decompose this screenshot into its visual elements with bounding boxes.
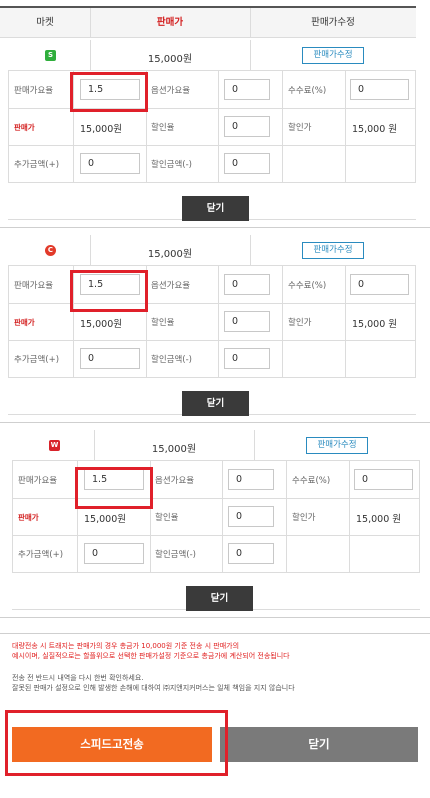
label-discount-price: 할인가 <box>288 123 312 133</box>
fee-input[interactable]: 0 <box>350 79 409 100</box>
notice-gray-1: 전송 전 반드시 내역을 다시 한번 확인하세요. <box>12 674 144 682</box>
section-close-button[interactable]: 닫기 <box>182 391 249 416</box>
label-sale-price: 판매가 <box>14 123 35 132</box>
option-rate-input[interactable]: 0 <box>224 274 270 295</box>
edit-price-button[interactable]: 판매가수정 <box>302 47 364 64</box>
label-discount-amount: 할인금액(-) <box>155 550 196 560</box>
label-option-rate: 옵션가요율 <box>151 86 191 96</box>
discount-amount-input[interactable]: 0 <box>224 348 270 369</box>
sale-price-value: 15,000원 <box>80 124 122 135</box>
notice-red-2: 예시이며, 실질적으로는 할플위으로 선택한 판매가설정 기준으로 총금가에 계… <box>12 652 290 660</box>
discount-amount-input[interactable]: 0 <box>224 153 270 174</box>
label-fee: 수수료(%) <box>292 476 331 486</box>
market-badge-icon: W <box>49 440 60 451</box>
label-price-rate: 판매가요율 <box>18 476 58 486</box>
label-discount-rate: 할인율 <box>155 513 179 523</box>
highlight-send-box <box>5 710 228 776</box>
label-discount-price: 할인가 <box>292 513 316 523</box>
table-header: 마켓 판매가 판매가수정 <box>0 6 416 38</box>
header-price: 판매가 <box>156 17 184 28</box>
discount-rate-input[interactable]: 0 <box>228 506 274 527</box>
fee-input[interactable]: 0 <box>354 469 413 490</box>
discount-price-value: 15,000 원 <box>352 124 398 135</box>
edit-price-button[interactable]: 판매가수정 <box>306 437 368 454</box>
label-fee: 수수료(%) <box>288 281 327 291</box>
label-discount-amount: 할인금액(-) <box>151 355 192 365</box>
highlight-price-rate-box <box>75 467 153 509</box>
fee-input[interactable]: 0 <box>350 274 409 295</box>
label-extra-amount: 추가금액(+) <box>18 550 64 560</box>
label-option-rate: 옵션가요율 <box>151 281 191 291</box>
header-edit: 판매가수정 <box>311 17 355 28</box>
discount-amount-input[interactable]: 0 <box>228 543 274 564</box>
label-sale-price: 판매가 <box>18 513 39 522</box>
label-price-rate: 판매가요율 <box>14 86 54 96</box>
label-option-rate: 옵션가요율 <box>155 476 195 486</box>
label-fee: 수수료(%) <box>288 86 327 96</box>
highlight-price-rate-box <box>70 270 148 312</box>
extra-amount-input[interactable]: 0 <box>84 543 144 564</box>
extra-amount-input[interactable]: 0 <box>80 153 140 174</box>
edit-price-button[interactable]: 판매가수정 <box>302 242 364 259</box>
label-price-rate: 판매가요율 <box>14 281 54 291</box>
sale-price-value: 15,000원 <box>80 319 122 330</box>
notice-gray-2: 잘못된 판매가 설정으로 인해 발생한 손해에 대하여 ㈜지앤지커머스는 일체 … <box>12 684 295 692</box>
discount-price-value: 15,000 원 <box>356 514 402 525</box>
header-market: 마켓 <box>36 17 54 28</box>
label-discount-amount: 할인금액(-) <box>151 160 192 170</box>
section-close-button[interactable]: 닫기 <box>182 196 249 221</box>
discount-price-value: 15,000 원 <box>352 319 398 330</box>
label-discount-rate: 할인율 <box>151 318 175 328</box>
market-price: 15,000원 <box>151 444 197 455</box>
option-rate-input[interactable]: 0 <box>224 79 270 100</box>
notice-red-1: 대량전송 시 트래지는 판매가의 경우 총금가 10,000원 기준 전송 시 … <box>12 642 240 650</box>
discount-rate-input[interactable]: 0 <box>224 311 270 332</box>
footer-close-button[interactable]: 닫기 <box>220 727 418 762</box>
sale-price-value: 15,000원 <box>84 514 126 525</box>
section-close-button[interactable]: 닫기 <box>186 586 253 611</box>
discount-rate-input[interactable]: 0 <box>224 116 270 137</box>
label-extra-amount: 추가금액(+) <box>14 355 60 365</box>
extra-amount-input[interactable]: 0 <box>80 348 140 369</box>
market-badge-icon: S <box>45 50 56 61</box>
market-price: 15,000원 <box>147 54 193 65</box>
label-extra-amount: 추가금액(+) <box>14 160 60 170</box>
option-rate-input[interactable]: 0 <box>228 469 274 490</box>
market-price: 15,000원 <box>147 249 193 260</box>
label-discount-price: 할인가 <box>288 318 312 328</box>
market-badge-icon: C <box>45 245 56 256</box>
highlight-price-rate-box <box>70 72 148 112</box>
label-discount-rate: 할인율 <box>151 123 175 133</box>
label-sale-price: 판매가 <box>14 318 35 327</box>
